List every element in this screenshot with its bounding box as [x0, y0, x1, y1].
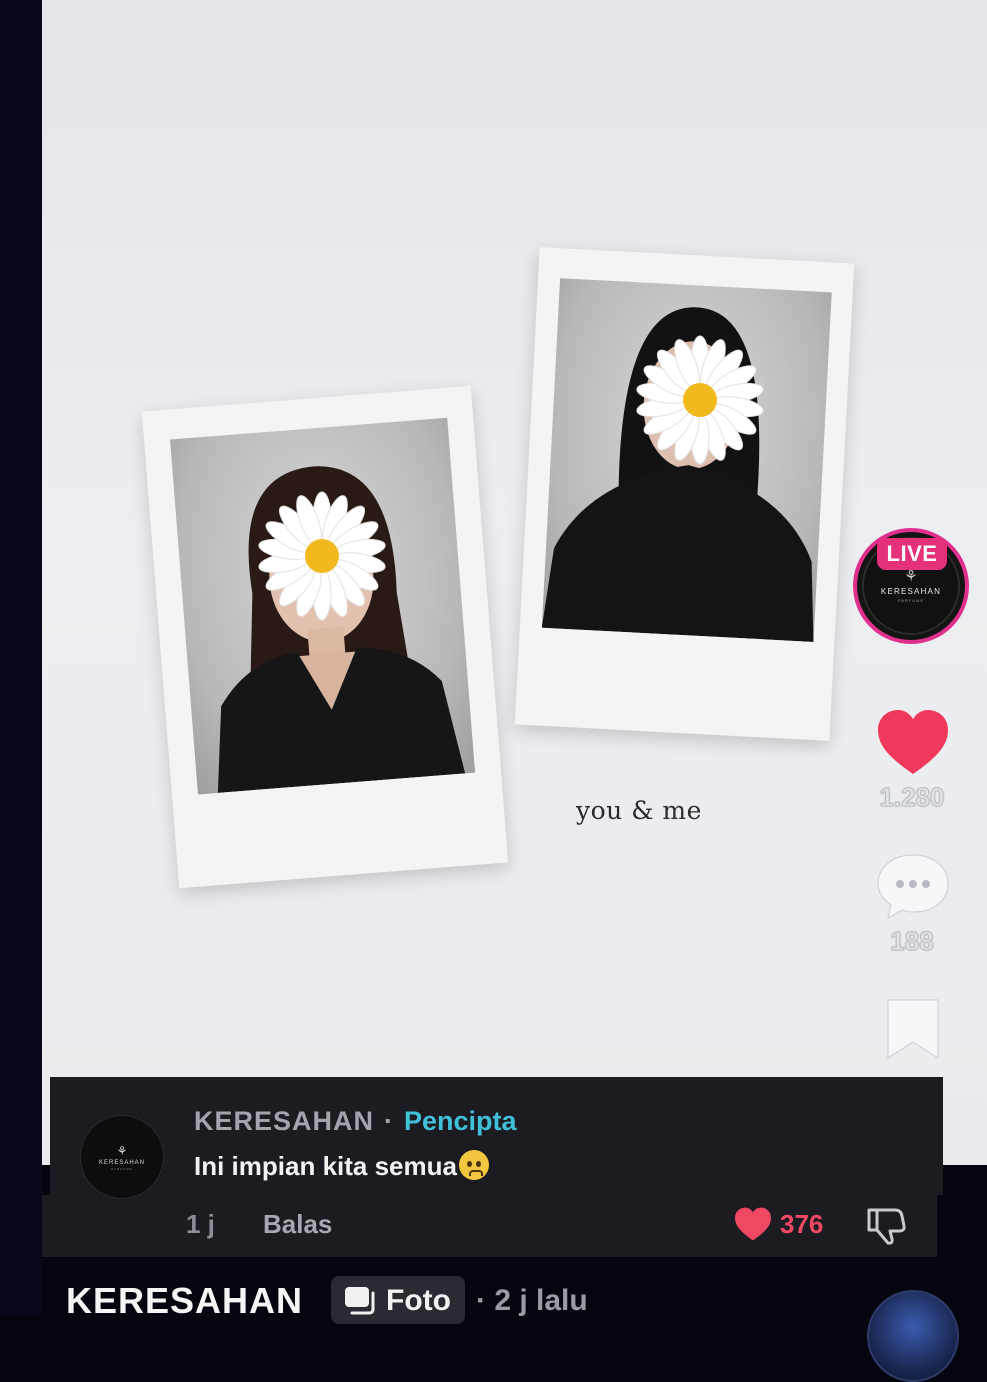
comment-avatar-brand: KERESAHAN — [98, 1159, 145, 1166]
brand-logo-icon: ⚘ — [116, 1143, 128, 1158]
comment-icon[interactable] — [876, 852, 950, 920]
polaroid-left — [141, 385, 509, 889]
left-edge — [0, 0, 42, 1317]
creator-badge: Pencipta — [404, 1106, 517, 1136]
comment-like-count: 376 — [780, 1209, 824, 1239]
polaroid-right — [514, 247, 855, 741]
bookmark-icon[interactable] — [884, 998, 942, 1060]
pleading-face-icon — [458, 1150, 489, 1180]
comment-avatar[interactable]: ⚘ KERESAHAN PARFUME — [80, 1115, 164, 1199]
post-photo[interactable] — [42, 0, 987, 1165]
comment-text: Ini impian kita semua — [194, 1150, 489, 1182]
music-disc-avatar[interactable] — [867, 1290, 959, 1382]
photo-stack-icon — [345, 1287, 375, 1315]
comment-time: 1 j — [186, 1209, 215, 1239]
dislike-icon[interactable] — [865, 1204, 907, 1246]
like-count: 1.280 — [879, 782, 945, 813]
heart-icon[interactable] — [876, 708, 950, 776]
comment-separator: · — [384, 1106, 393, 1136]
comment-avatar-sub: PARFUME — [111, 1166, 133, 1171]
post-author[interactable]: KERESAHAN — [66, 1280, 303, 1322]
daisy-right-icon — [636, 335, 764, 465]
comment-like-icon[interactable] — [734, 1206, 772, 1242]
daisy-left-icon — [258, 491, 386, 621]
comment-text-body: Ini impian kita semua — [194, 1151, 457, 1181]
live-avatar-brand: KERESAHAN — [880, 587, 942, 596]
brand-logo-icon: ⚘ — [904, 568, 918, 585]
live-badge: LIVE — [877, 538, 947, 570]
live-avatar-sub: PARFUME — [897, 598, 925, 603]
post-time: · 2 j lalu — [476, 1284, 588, 1317]
post-type-label: Foto — [386, 1284, 451, 1317]
comment-author[interactable]: KERESAHAN — [194, 1106, 374, 1137]
photo-caption: you & me — [576, 796, 702, 825]
reply-button[interactable]: Balas — [263, 1209, 332, 1240]
comment-count: 188 — [890, 926, 934, 957]
